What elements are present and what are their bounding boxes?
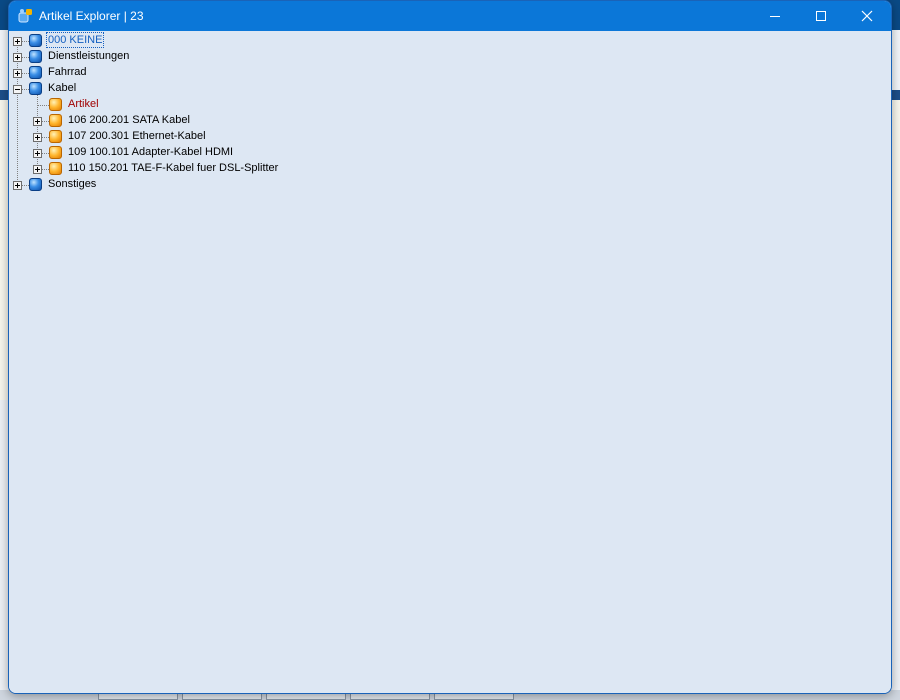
tree-connector	[22, 89, 29, 90]
orange-cube-icon	[49, 146, 62, 159]
blue-cube-icon	[29, 50, 42, 63]
tree-connector	[37, 105, 49, 106]
tree-connector	[42, 121, 49, 122]
minimize-button[interactable]	[752, 1, 798, 31]
blue-cube-icon	[29, 34, 42, 47]
expand-icon[interactable]	[33, 149, 42, 158]
orange-cube-icon	[49, 98, 62, 111]
app-icon	[18, 9, 32, 23]
expand-icon[interactable]	[33, 133, 42, 142]
blue-cube-icon	[29, 66, 42, 79]
tree-connector	[42, 153, 49, 154]
tree-node[interactable]: 110 150.201 TAE-F-Kabel fuer DSL-Splitte…	[9, 161, 509, 177]
minimize-icon	[770, 16, 780, 17]
tree-connector	[42, 169, 49, 170]
expand-icon[interactable]	[33, 165, 42, 174]
blue-cube-icon	[29, 82, 42, 95]
tree-node[interactable]: 106 200.201 SATA Kabel	[9, 113, 509, 129]
tree-node[interactable]: Fahrrad	[9, 65, 409, 81]
tree-node-label[interactable]: 109 100.101 Adapter-Kabel HDMI	[67, 145, 234, 159]
tree-node[interactable]: Kabel	[9, 81, 409, 97]
window-title: Artikel Explorer | 23	[39, 9, 144, 23]
tree-node-label[interactable]: 107 200.301 Ethernet-Kabel	[67, 129, 207, 143]
tree-node-label[interactable]: Dienstleistungen	[47, 49, 130, 63]
tree-node[interactable]: Artikel	[9, 97, 409, 113]
title-bar[interactable]: Artikel Explorer | 23	[9, 1, 891, 31]
tree-node-label[interactable]: 106 200.201 SATA Kabel	[67, 113, 191, 127]
tree-connector	[22, 185, 29, 186]
tree-node-label[interactable]: Artikel	[67, 97, 100, 111]
tree-node[interactable]: 000 KEINE	[9, 32, 409, 49]
blue-cube-icon	[29, 178, 42, 191]
tree-node-label[interactable]: Kabel	[47, 81, 77, 95]
expand-icon[interactable]	[13, 37, 22, 46]
collapse-icon[interactable]	[13, 85, 22, 94]
tree-connector	[22, 41, 29, 42]
close-button[interactable]	[844, 1, 890, 31]
tree-view[interactable]: 000 KEINE Dienstleistungen Fahrrad Kabel	[9, 31, 891, 693]
tree-node-label[interactable]: Sonstiges	[47, 177, 97, 191]
maximize-icon	[816, 11, 826, 21]
artikel-explorer-window: Artikel Explorer | 23 000 KEINE Dienstle…	[8, 0, 892, 694]
tree-node[interactable]: 107 200.301 Ethernet-Kabel	[9, 129, 509, 145]
orange-cube-icon	[49, 130, 62, 143]
orange-cube-icon	[49, 114, 62, 127]
expand-icon[interactable]	[13, 69, 22, 78]
orange-cube-icon	[49, 162, 62, 175]
tree-node[interactable]: 109 100.101 Adapter-Kabel HDMI	[9, 145, 509, 161]
tree-node[interactable]: Dienstleistungen	[9, 49, 409, 65]
tree-node-label[interactable]: Fahrrad	[47, 65, 88, 79]
expand-icon[interactable]	[33, 117, 42, 126]
tree-node[interactable]: Sonstiges	[9, 177, 409, 193]
tree-node-label[interactable]: 000 KEINE	[45, 32, 105, 48]
expand-icon[interactable]	[13, 53, 22, 62]
tree-node-label[interactable]: 110 150.201 TAE-F-Kabel fuer DSL-Splitte…	[67, 161, 279, 175]
tree-connector	[22, 73, 29, 74]
close-icon	[861, 10, 873, 22]
tree-connector	[22, 57, 29, 58]
maximize-button[interactable]	[798, 1, 844, 31]
expand-icon[interactable]	[13, 181, 22, 190]
tree-connector	[42, 137, 49, 138]
